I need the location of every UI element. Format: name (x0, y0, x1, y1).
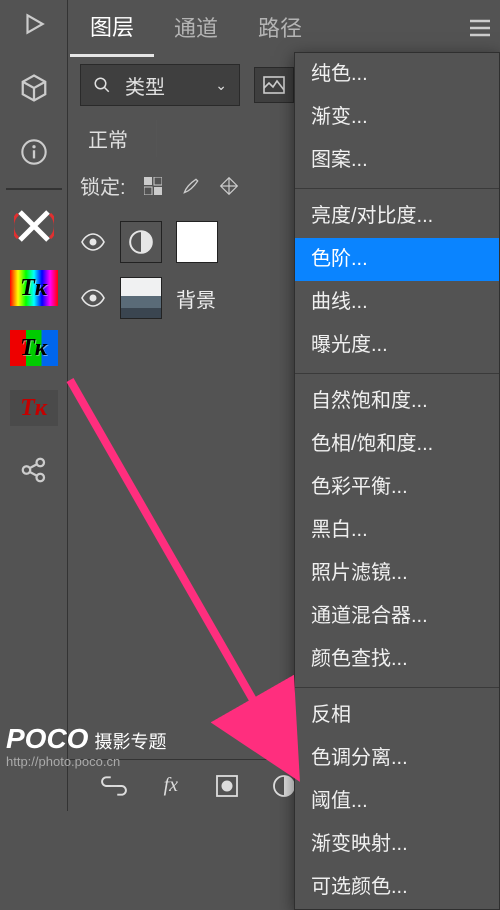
lock-brush-icon[interactable] (180, 175, 202, 197)
menu-item[interactable]: 色彩平衡... (295, 466, 499, 509)
lock-label: 锁定: (80, 171, 126, 200)
visibility-eye-icon[interactable] (80, 233, 106, 251)
menu-item[interactable]: 通道混合器... (295, 595, 499, 638)
panel-tabs: 图层 通道 路径 (68, 0, 500, 56)
visibility-eye-icon[interactable] (80, 289, 106, 307)
tk-rgb-icon[interactable]: Tк (10, 330, 58, 366)
adjustment-layer-menu: 纯色...渐变...图案... 亮度/对比度...色阶...曲线...曝光度...… (294, 52, 500, 910)
menu-item[interactable]: 纯色... (295, 53, 499, 96)
menu-item[interactable]: 色阶... (295, 238, 499, 281)
left-dock: Tк Tк Tк (0, 0, 68, 811)
tab-channels[interactable]: 通道 (154, 1, 238, 55)
adjustment-thumb (120, 221, 162, 263)
tk-plain-icon[interactable]: Tк (10, 390, 58, 426)
chevron-down-icon: ⌄ (215, 77, 227, 94)
menu-item[interactable]: 渐变... (295, 96, 499, 139)
add-mask-icon[interactable] (210, 769, 244, 803)
menu-separator (295, 373, 499, 374)
menu-separator (295, 188, 499, 189)
close-x-icon[interactable] (14, 206, 54, 246)
filter-kind-dropdown[interactable]: 类型 ⌄ (80, 64, 240, 106)
menu-separator (295, 687, 499, 688)
play-icon[interactable] (14, 4, 54, 44)
menu-item[interactable]: 亮度/对比度... (295, 195, 499, 238)
tk-rainbow-icon[interactable]: Tк (10, 270, 58, 306)
lock-pixels-icon[interactable] (142, 175, 164, 197)
cube-icon[interactable] (14, 68, 54, 108)
menu-item[interactable]: 色相/饱和度... (295, 423, 499, 466)
filter-pixel-icon[interactable] (254, 67, 294, 103)
layer-name: 背景 (176, 284, 216, 313)
fx-icon[interactable]: fx (154, 769, 188, 803)
layer-mask-thumb (176, 221, 218, 263)
menu-item[interactable]: 可选颜色... (295, 866, 499, 909)
share-icon[interactable] (14, 450, 54, 490)
info-icon[interactable] (14, 132, 54, 172)
tab-paths[interactable]: 路径 (238, 1, 322, 55)
menu-item[interactable]: 渐变映射... (295, 823, 499, 866)
menu-item[interactable]: 反相 (295, 694, 499, 737)
menu-item[interactable]: 颜色查找... (295, 638, 499, 681)
lock-position-icon[interactable] (218, 175, 240, 197)
separator (6, 188, 62, 190)
layer-thumb (120, 277, 162, 319)
filter-kind-label: 类型 (125, 71, 165, 100)
blend-mode-dropdown[interactable]: 正常 (80, 120, 157, 157)
menu-item[interactable]: 照片滤镜... (295, 552, 499, 595)
panel-menu-icon[interactable] (460, 0, 500, 56)
menu-item[interactable]: 黑白... (295, 509, 499, 552)
menu-item[interactable]: 自然饱和度... (295, 380, 499, 423)
menu-item[interactable]: 图案... (295, 139, 499, 182)
menu-item[interactable]: 阈值... (295, 780, 499, 823)
link-layers-icon[interactable] (97, 769, 131, 803)
tab-layers[interactable]: 图层 (70, 0, 154, 57)
menu-item[interactable]: 色调分离... (295, 737, 499, 780)
menu-item[interactable]: 曲线... (295, 281, 499, 324)
menu-item[interactable]: 曝光度... (295, 324, 499, 367)
